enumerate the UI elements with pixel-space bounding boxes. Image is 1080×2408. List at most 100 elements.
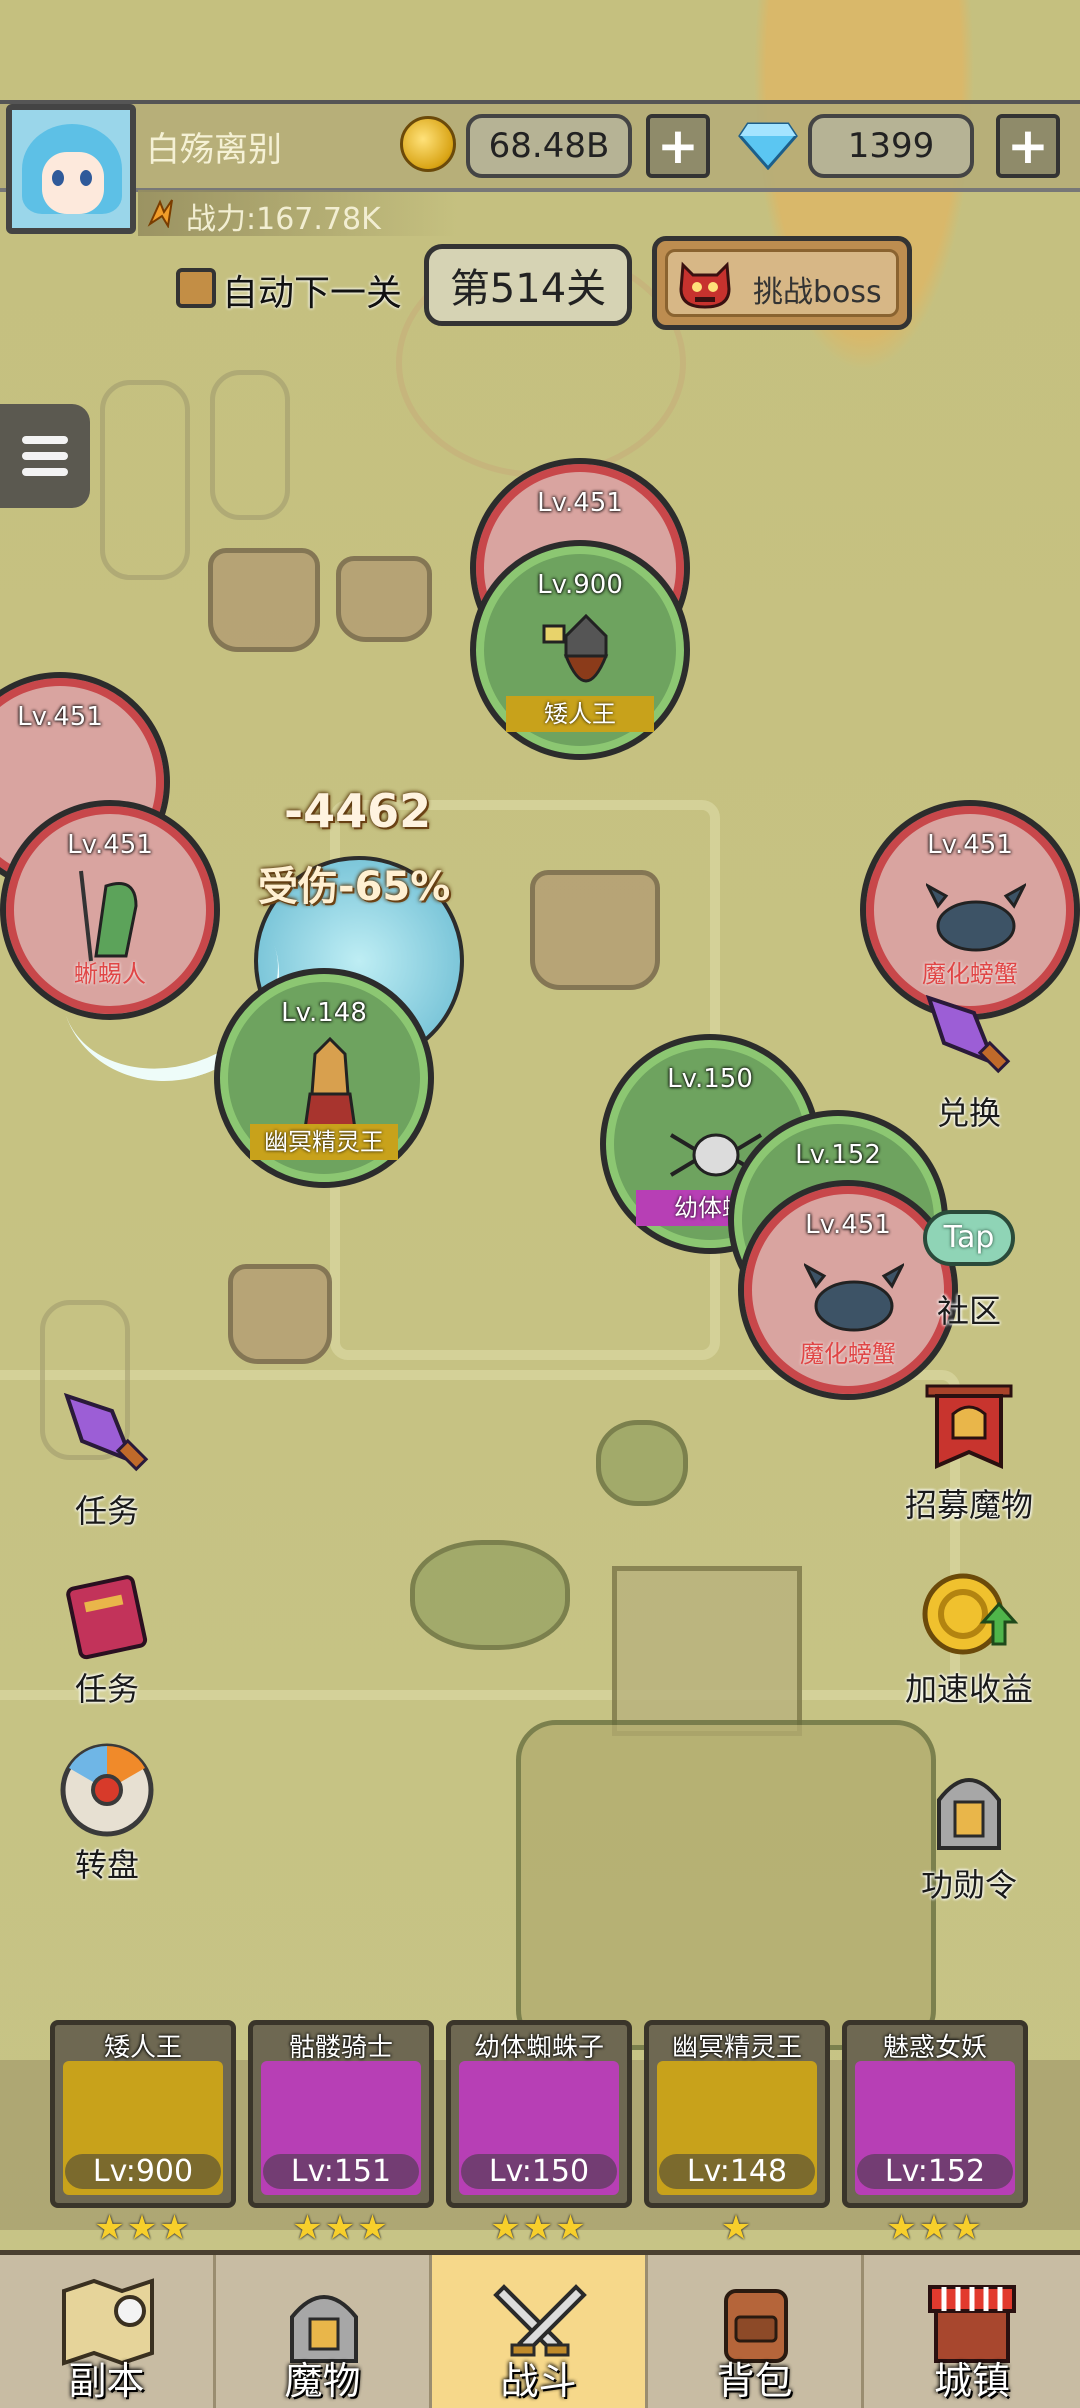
plain-decoration: [516, 1720, 936, 2050]
recruit-monster-button[interactable]: 招募魔物: [894, 1380, 1044, 1526]
wheel-icon: [60, 1743, 154, 1837]
tab-dungeon[interactable]: 副本: [0, 2255, 216, 2408]
unit-level: Lv.150: [667, 1064, 753, 1094]
diamond-icon: [738, 122, 798, 170]
tab-town[interactable]: 城镇: [864, 2255, 1080, 2408]
hero-level: Lv:148: [659, 2154, 815, 2189]
rocket-icon: [925, 994, 1011, 1074]
hero-level: Lv:900: [65, 2154, 221, 2189]
unit-name: 幽冥精灵王: [250, 1124, 398, 1160]
damage-number: -4462: [284, 784, 432, 838]
rock-decoration: [336, 556, 432, 642]
roster-card[interactable]: 骷髅骑士 Lv:151: [248, 2020, 434, 2208]
side-label: 功勋令: [920, 1866, 1017, 1904]
tab-monsters[interactable]: 魔物: [216, 2255, 432, 2408]
enemy-unit[interactable]: Lv.451 魔化螃蟹: [860, 800, 1080, 1020]
quest-rocket-button[interactable]: 任务: [32, 1386, 182, 1532]
auto-next-checkbox[interactable]: [176, 268, 216, 308]
rock-decoration: [530, 870, 660, 990]
hero-name: 幽冥精灵王: [671, 2033, 802, 2063]
helmet-icon: [937, 1778, 1001, 1850]
merit-order-button[interactable]: 功勋令: [894, 1760, 1044, 1906]
book-icon: [66, 1575, 148, 1660]
side-label: 转盘: [74, 1846, 139, 1884]
stage-indicator: 第514关: [424, 244, 632, 326]
player-avatar[interactable]: [6, 104, 136, 234]
hero-stars: ★: [720, 2208, 754, 2248]
bush-decoration: [410, 1540, 570, 1650]
hero-level: Lv:152: [857, 2154, 1013, 2189]
tab-label: 战斗: [500, 2359, 577, 2403]
hero-name: 幼体蜘蛛子: [473, 2033, 604, 2063]
tap-cloud-icon: Tap: [919, 1190, 1019, 1290]
hero-level: Lv:150: [461, 2154, 617, 2189]
unit-level: Lv.152: [795, 1140, 881, 1170]
damage-taken-label: 受伤-65%: [258, 864, 451, 910]
community-button[interactable]: Tap 社区: [894, 1190, 1044, 1332]
bush-decoration: [596, 1420, 688, 1506]
tab-battle[interactable]: 战斗: [432, 2255, 648, 2408]
gold-amount: 68.48B: [466, 114, 632, 178]
speed-income-button[interactable]: 加速收益: [894, 1564, 1044, 1710]
tab-label: 副本: [68, 2359, 145, 2403]
side-label: 社区: [936, 1292, 1001, 1330]
exchange-button[interactable]: 兑换: [894, 988, 1044, 1134]
demon-crab-icon: [804, 1263, 904, 1332]
rock-decoration: [228, 1264, 332, 1364]
hero-name: 矮人王: [103, 2033, 182, 2063]
unit-level: Lv.451: [67, 830, 153, 860]
tab-label: 魔物: [284, 2359, 361, 2403]
ally-unit[interactable]: Lv.900 矮人王: [470, 540, 690, 760]
demon-crab-icon: [926, 883, 1026, 952]
combat-power: 战力:167.78K: [186, 202, 381, 237]
unit-level: Lv.148: [281, 998, 367, 1028]
challenge-boss-button[interactable]: 挑战boss: [652, 236, 912, 330]
unit-level: Lv.451: [537, 488, 623, 518]
diamond-amount: 1399: [808, 114, 974, 178]
unit-name: 魔化螃蟹: [922, 960, 1018, 988]
add-diamond-button[interactable]: +: [996, 114, 1060, 178]
elf-king-icon: [303, 1036, 357, 1131]
rock-decoration: [208, 548, 320, 652]
hero-stars: ★★★: [94, 2208, 192, 2248]
power-icon: [147, 199, 173, 228]
hero-name: 魅惑女妖: [882, 2033, 987, 2063]
unit-name: 矮人王: [506, 696, 654, 732]
unit-level: Lv.451: [927, 830, 1013, 860]
bottom-nav: 副本 魔物 战斗 背包 城镇: [0, 2250, 1080, 2408]
unit-name: 魔化螃蟹: [800, 1340, 896, 1368]
tab-backpack[interactable]: 背包: [648, 2255, 864, 2408]
cactus-decoration: [210, 370, 290, 520]
side-label: 兑换: [936, 1094, 1001, 1132]
hero-stars: ★★★: [886, 2208, 984, 2248]
roster-card[interactable]: 幼体蜘蛛子 Lv:150: [446, 2020, 632, 2208]
tab-label: 城镇: [933, 2359, 1010, 2403]
tab-label: 背包: [716, 2359, 793, 2403]
side-label: 任务: [74, 1492, 139, 1530]
roster-card[interactable]: 魅惑女妖 Lv:152: [842, 2020, 1028, 2208]
cactus-decoration: [100, 380, 190, 580]
banner-helmet-icon: [925, 1384, 1013, 1470]
coin-up-icon: [922, 1573, 1019, 1655]
hero-level: Lv:151: [263, 2154, 419, 2189]
add-gold-button[interactable]: +: [646, 114, 710, 178]
side-menu-button[interactable]: [0, 404, 90, 508]
unit-level: Lv.900: [537, 570, 623, 600]
gold-coin-icon: [400, 116, 456, 172]
hero-name: 骷髅骑士: [288, 2033, 393, 2063]
house-decoration: [612, 1566, 802, 1736]
wheel-button[interactable]: 转盘: [32, 1740, 182, 1886]
roster-card[interactable]: 幽冥精灵王 Lv:148: [644, 2020, 830, 2208]
quest-book-button[interactable]: 任务: [32, 1564, 182, 1710]
rocket-icon: [63, 1392, 149, 1472]
roster-card[interactable]: 矮人王 Lv:900: [50, 2020, 236, 2208]
tap-badge: Tap: [943, 1220, 995, 1255]
side-label: 任务: [74, 1670, 139, 1708]
unit-level: Lv.451: [17, 702, 103, 732]
dwarf-king-icon: [542, 613, 609, 683]
boss-skull-icon: [679, 261, 731, 309]
auto-next-label[interactable]: 自动下一关: [222, 264, 402, 316]
hero-stars: ★★★: [490, 2208, 588, 2248]
ally-unit[interactable]: Lv.148 幽冥精灵王: [214, 968, 434, 1188]
challenge-boss-label: 挑战boss: [753, 275, 882, 310]
